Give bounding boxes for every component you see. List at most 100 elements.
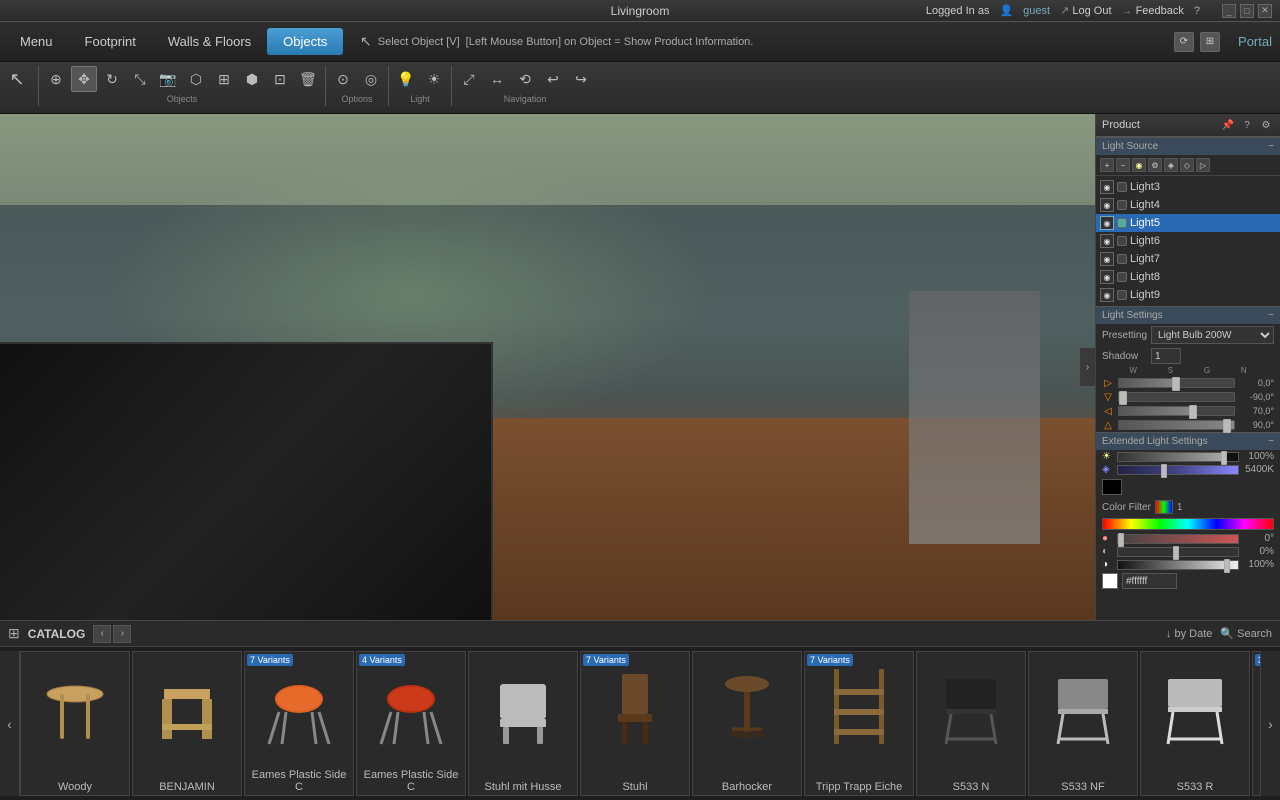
help-icon[interactable]: ?: [1194, 5, 1200, 17]
light-source-collapse-button[interactable]: −: [1268, 141, 1274, 152]
catalog-item-tripp-trapp[interactable]: 7 Variants Tripp Trapp Eiche: [804, 651, 914, 796]
3d-viewport[interactable]: ›: [0, 114, 1095, 620]
select-object-button[interactable]: ⊕: [43, 66, 69, 92]
light-item-light3[interactable]: ◉ Light3: [1096, 178, 1280, 196]
catalog-item-s533nf[interactable]: S533 NF: [1028, 651, 1138, 796]
catalog-item-barhocker[interactable]: Barhocker: [692, 651, 802, 796]
menu-item-menu[interactable]: Menu: [4, 28, 69, 55]
eames-red-thumbnail: [371, 656, 451, 756]
pin-icon[interactable]: 📌: [1220, 117, 1236, 133]
catalog-item-s533r[interactable]: S533 R: [1140, 651, 1250, 796]
delete-button[interactable]: 🗑: [295, 66, 321, 92]
light-delete-button[interactable]: −: [1116, 158, 1130, 172]
camera-button[interactable]: 📷: [155, 66, 181, 92]
panel-toggle-button[interactable]: ›: [1079, 347, 1095, 387]
cursor-tool-button[interactable]: ↖: [4, 66, 30, 92]
eames-orange-name: Eames Plastic Side C: [247, 769, 351, 793]
nav2-button[interactable]: ↔: [484, 66, 510, 92]
light-label: Light: [393, 94, 447, 104]
hue-slider[interactable]: [1117, 534, 1239, 544]
portal-button[interactable]: Portal: [1238, 34, 1272, 49]
light-settings3-button[interactable]: ◇: [1180, 158, 1194, 172]
color-filter-preview[interactable]: [1155, 500, 1173, 514]
catalog-sort-button[interactable]: ↓ by Date: [1166, 628, 1212, 640]
light-toggle-button[interactable]: ◉: [1132, 158, 1146, 172]
share-icon[interactable]: ⟳: [1174, 32, 1194, 52]
help-panel-icon[interactable]: ?: [1239, 117, 1255, 133]
mesh-button[interactable]: ⬢: [239, 66, 265, 92]
catalog-item-s533n[interactable]: S533 N: [916, 651, 1026, 796]
light1-button[interactable]: 💡: [393, 66, 419, 92]
toolbar-divider-3: [388, 66, 389, 106]
catalog-nav-prev-button[interactable]: ‹: [93, 625, 111, 643]
temperature-slider[interactable]: [1117, 465, 1239, 475]
rotation-slider-4[interactable]: [1118, 420, 1235, 430]
logout-link[interactable]: ↗ Log Out: [1060, 4, 1111, 17]
saturation-slider[interactable]: [1117, 547, 1239, 557]
light-item-light6[interactable]: ◉ Light6: [1096, 232, 1280, 250]
rotation-slider-4-row: △ 90,0°: [1096, 418, 1280, 432]
feedback-link[interactable]: → Feedback: [1122, 5, 1184, 17]
catalog-item-eames-red[interactable]: 4 Variants Eames Plastic Side C: [356, 651, 466, 796]
scale-object-button[interactable]: ⤡: [127, 66, 153, 92]
catalog-nav-next-button[interactable]: ›: [113, 625, 131, 643]
panel-tab-product[interactable]: Product: [1102, 119, 1140, 131]
grid-button[interactable]: ⊞: [211, 66, 237, 92]
light2-button[interactable]: ☀: [421, 66, 447, 92]
hex-color-input[interactable]: [1122, 573, 1177, 589]
catalog-item-stuhl-husse[interactable]: Stuhl mit Husse: [468, 651, 578, 796]
toolbar-objects-section: ⊕ ✥ ↻ ⤡ 📷 ⬡ ⊞ ⬢ ⊡ 🗑 Objects: [43, 66, 321, 104]
eames-orange-variants-badge: 7 Variants: [247, 654, 293, 666]
light-item-light9[interactable]: ◉ Light9: [1096, 286, 1280, 304]
view-icon[interactable]: ⊞: [1200, 32, 1220, 52]
value-slider[interactable]: [1117, 560, 1239, 570]
catalog-scroll-left-button[interactable]: ‹: [0, 651, 20, 796]
catalog-item-stuhl[interactable]: 7 Variants Stuhl: [580, 651, 690, 796]
rotate-object-button[interactable]: ↻: [99, 66, 125, 92]
light-add-button[interactable]: +: [1100, 158, 1114, 172]
rotation-slider-1[interactable]: [1118, 378, 1235, 388]
presetting-select[interactable]: Light Bulb 200W: [1151, 326, 1274, 344]
option2-button[interactable]: ◎: [358, 66, 384, 92]
nav1-button[interactable]: ⤢: [456, 66, 482, 92]
black-color-swatch[interactable]: [1102, 479, 1122, 495]
light-settings1-button[interactable]: ⚙: [1148, 158, 1162, 172]
option1-button[interactable]: ⊙: [330, 66, 356, 92]
light-item-light4[interactable]: ◉ Light4: [1096, 196, 1280, 214]
settings-panel-icon[interactable]: ⚙: [1258, 117, 1274, 133]
menu-item-objects[interactable]: Objects: [267, 28, 343, 55]
catalog-scroll-right-button[interactable]: ›: [1260, 651, 1280, 796]
3d-view-button[interactable]: ⬡: [183, 66, 209, 92]
catalog-item-eames-orange[interactable]: 7 Variants Eames Plastic Side C: [244, 651, 354, 796]
light-item-light7[interactable]: ◉ Light7: [1096, 250, 1280, 268]
light-item-light8[interactable]: ◉ Light8: [1096, 268, 1280, 286]
nav3-button[interactable]: ⟲: [512, 66, 538, 92]
light-settings4-button[interactable]: ▷: [1196, 158, 1210, 172]
light-settings2-button[interactable]: ◈: [1164, 158, 1178, 172]
light5-vis: [1117, 218, 1127, 228]
nav5-button[interactable]: ↪: [568, 66, 594, 92]
rotation-slider-3[interactable]: [1118, 406, 1235, 416]
light-settings-collapse-button[interactable]: −: [1268, 310, 1274, 321]
rotation-slider-2[interactable]: [1118, 392, 1235, 402]
close-button[interactable]: ✕: [1258, 4, 1272, 18]
intensity-slider[interactable]: [1117, 452, 1239, 462]
nav4-button[interactable]: ↩: [540, 66, 566, 92]
move-object-button[interactable]: ✥: [71, 66, 97, 92]
menu-item-walls-floors[interactable]: Walls & Floors: [152, 28, 267, 55]
username[interactable]: guest: [1023, 5, 1050, 17]
maximize-button[interactable]: □: [1240, 4, 1254, 18]
catalog-item-woody[interactable]: Woody: [20, 651, 130, 796]
status-mode: Select Object [V]: [378, 36, 460, 48]
minimize-button[interactable]: _: [1222, 4, 1236, 18]
catalog-item-panton[interactable]: 3 Variants Panton Chair: [1252, 651, 1260, 796]
extended-light-settings-collapse-button[interactable]: −: [1268, 436, 1274, 447]
color-gradient[interactable]: [1102, 518, 1274, 530]
light-item-light5[interactable]: ◉ Light5: [1096, 214, 1280, 232]
catalog-item-benjamin[interactable]: BENJAMIN: [132, 651, 242, 796]
catalog-search-button[interactable]: 🔍 Search: [1220, 627, 1272, 640]
menu-item-footprint[interactable]: Footprint: [69, 28, 152, 55]
shadow-input[interactable]: [1151, 348, 1181, 364]
s533r-thumbnail: [1155, 656, 1235, 756]
copy-button[interactable]: ⊡: [267, 66, 293, 92]
